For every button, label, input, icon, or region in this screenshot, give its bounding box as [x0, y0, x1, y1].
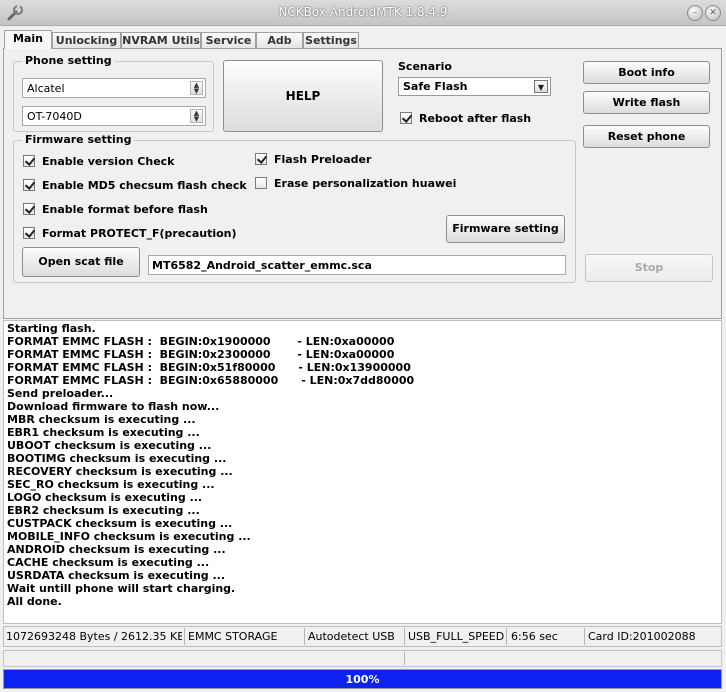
phone-setting-label: Phone setting — [22, 54, 115, 67]
status-bytes: 1072693248 Bytes / 2612.35 KBps — [6, 630, 182, 643]
log-line: EBR2 checksum is executing ... — [7, 504, 200, 517]
progress-label: 100% — [345, 673, 380, 686]
write-flash-button[interactable]: Write flash — [583, 91, 710, 114]
status-separator — [506, 628, 507, 645]
window-title: NCKBox AndroidMTK 1.8.4.9 — [278, 5, 448, 19]
main-panel: Phone setting Alcatel ▲ ▼ OT-7040D ▲ ▼ HEL… — [3, 48, 722, 319]
log-line: RECOVERY checksum is executing ... — [7, 465, 233, 478]
scenario-label: Scenario — [398, 60, 452, 73]
checkbox-icon[interactable] — [23, 179, 35, 191]
enable-version-check-label: Enable version Check — [42, 154, 175, 168]
status-separator — [404, 652, 405, 665]
enable-format-checkbox[interactable]: Enable format before flash — [23, 201, 208, 217]
secondary-status-bar — [3, 650, 722, 667]
spinner-icon[interactable]: ▲ ▼ — [190, 81, 203, 95]
boot-info-button[interactable]: Boot info — [583, 61, 710, 84]
status-usb: USB_FULL_SPEED — [408, 630, 504, 643]
close-icon[interactable]: ✕ — [705, 5, 721, 21]
log-line: MOBILE_INFO checksum is executing ... — [7, 530, 251, 543]
log-line: LOGO checksum is executing ... — [7, 491, 203, 504]
log-line: EBR1 checksum is executing ... — [7, 426, 200, 439]
status-card-id: Card ID:201002088 — [588, 630, 696, 643]
scatter-file-value: MT6582_Android_scatter_emmc.sca — [152, 259, 372, 272]
log-line: FORMAT EMMC FLASH : BEGIN:0x51f80000 - L… — [7, 361, 411, 374]
help-button[interactable]: HELP — [223, 60, 383, 132]
reset-phone-button[interactable]: Reset phone — [583, 125, 710, 148]
log-line: USRDATA checksum is executing ... — [7, 569, 226, 582]
brand-value: Alcatel — [27, 82, 65, 95]
open-scat-file-button[interactable]: Open scat file — [22, 247, 140, 277]
model-value: OT-7040D — [27, 110, 82, 123]
status-storage: EMMC STORAGE — [188, 630, 278, 643]
checkbox-icon[interactable] — [23, 203, 35, 215]
flash-preloader-label: Flash Preloader — [274, 152, 372, 166]
tab-main[interactable]: Main — [4, 30, 52, 49]
minimize-icon[interactable]: – — [687, 5, 703, 21]
reboot-after-flash-label: Reboot after flash — [419, 111, 532, 125]
checkbox-icon[interactable] — [400, 112, 412, 124]
firmware-setting-group: Firmware setting Enable version Check En… — [13, 133, 576, 283]
reboot-after-flash-checkbox[interactable]: Reboot after flash — [400, 110, 531, 126]
title-bar: NCKBox AndroidMTK 1.8.4.9 – ✕ — [0, 0, 726, 26]
firmware-setting-label: Firmware setting — [22, 133, 135, 146]
chevron-down-icon[interactable]: ▼ — [534, 80, 548, 93]
log-line: CUSTPACK checksum is executing ... — [7, 517, 233, 530]
flash-preloader-checkbox[interactable]: Flash Preloader — [255, 151, 371, 167]
log-line: Starting flash. — [7, 322, 96, 335]
enable-format-label: Enable format before flash — [42, 202, 208, 216]
log-line: Download firmware to flash now... — [7, 400, 220, 413]
scatter-file-field[interactable]: MT6582_Android_scatter_emmc.sca — [148, 255, 566, 275]
status-separator — [184, 628, 185, 645]
brand-select[interactable]: Alcatel ▲ ▼ — [22, 78, 206, 98]
model-select[interactable]: OT-7040D ▲ ▼ — [22, 106, 206, 126]
log-line: Wait untill phone will start charging. — [7, 582, 236, 595]
log-line: MBR checksum is executing ... — [7, 413, 196, 426]
phone-setting-group: Phone setting Alcatel ▲ ▼ OT-7040D ▲ ▼ — [13, 54, 214, 132]
enable-md5-label: Enable MD5 checsum flash check — [42, 178, 247, 192]
status-bar: 1072693248 Bytes / 2612.35 KBps EMMC STO… — [3, 626, 722, 647]
erase-personalization-checkbox[interactable]: Erase personalization huawei — [255, 175, 456, 191]
enable-md5-checkbox[interactable]: Enable MD5 checsum flash check — [23, 177, 247, 193]
progress-bar: 100% — [3, 669, 722, 689]
log-line: CACHE checksum is executing ... — [7, 556, 210, 569]
status-separator — [584, 628, 585, 645]
log-line: FORMAT EMMC FLASH : BEGIN:0x65880000 - L… — [7, 374, 415, 387]
checkbox-icon[interactable] — [23, 227, 35, 239]
status-separator — [304, 628, 305, 645]
enable-version-check-checkbox[interactable]: Enable version Check — [23, 153, 175, 169]
checkbox-icon[interactable] — [255, 177, 267, 189]
firmware-setting-button[interactable]: Firmware setting — [446, 215, 565, 243]
log-line: BOOTIMG checksum is executing ... — [7, 452, 227, 465]
tab-nvram-utils[interactable]: NVRAM Utils — [121, 32, 201, 48]
checkbox-icon[interactable] — [255, 153, 267, 165]
format-protect-label: Format PROTECT_F(precaution) — [42, 226, 237, 240]
log-output[interactable]: Starting flash. FORMAT EMMC FLASH : BEGI… — [3, 320, 722, 624]
log-line: FORMAT EMMC FLASH : BEGIN:0x1900000 - LE… — [7, 335, 395, 348]
log-line: SEC_RO checksum is executing ... — [7, 478, 215, 491]
status-time: 6:56 sec — [511, 630, 558, 643]
log-line: UBOOT checksum is executing ... — [7, 439, 212, 452]
log-line: Send preloader... — [7, 387, 114, 400]
stop-button[interactable]: Stop — [585, 254, 713, 282]
log-line: FORMAT EMMC FLASH : BEGIN:0x2300000 - LE… — [7, 348, 395, 361]
scenario-value: Safe Flash — [403, 80, 468, 93]
format-protect-checkbox[interactable]: Format PROTECT_F(precaution) — [23, 225, 237, 241]
tab-settings[interactable]: Settings — [303, 32, 359, 48]
erase-personalization-label: Erase personalization huawei — [274, 176, 457, 190]
tab-service[interactable]: Service — [201, 32, 256, 48]
log-line: ANDROID checksum is executing ... — [7, 543, 226, 556]
spinner-icon[interactable]: ▲ ▼ — [190, 109, 203, 123]
tab-adb[interactable]: Adb — [256, 32, 303, 48]
tab-unlocking[interactable]: Unlocking — [52, 32, 121, 48]
status-port: Autodetect USB — [308, 630, 395, 643]
checkbox-icon[interactable] — [23, 155, 35, 167]
scenario-select[interactable]: Safe Flash ▼ — [398, 77, 551, 96]
log-line: All done. — [7, 595, 62, 608]
status-separator — [404, 628, 405, 645]
